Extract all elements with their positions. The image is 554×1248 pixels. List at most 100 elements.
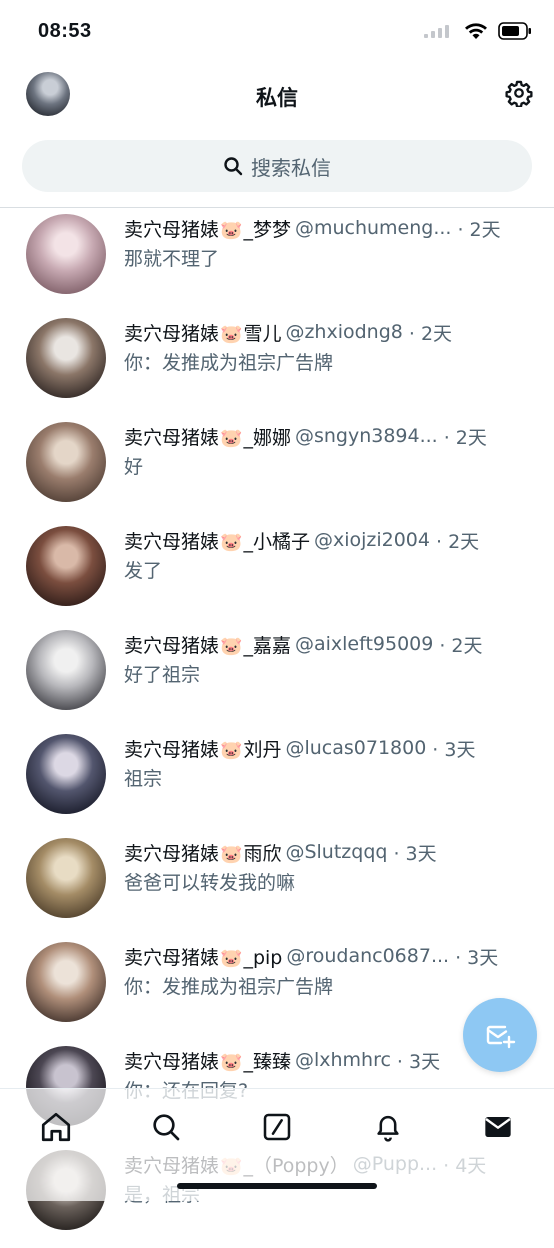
conversation-text: 卖穴母猪婊🐷_娜娜 @sngyn3894... · 2天 好 — [124, 420, 526, 479]
user-handle: @roudanc0687... — [286, 945, 450, 967]
bell-icon — [377, 1115, 399, 1142]
search-icon — [224, 157, 243, 176]
conversation-header: 卖穴母猪婊🐷_小橘子 @xiojzi2004 · 2天 — [124, 524, 526, 556]
conversation-header: 卖穴母猪婊🐷雨欣 @Slutzqqq · 3天 — [124, 836, 526, 868]
message-preview: 发了 — [124, 560, 163, 582]
page-title: 私信 — [256, 86, 298, 110]
tab-notifications[interactable] — [368, 1107, 408, 1147]
pig-icon: 🐷 — [220, 427, 243, 449]
tab-home[interactable] — [36, 1107, 76, 1147]
settings-button[interactable] — [502, 76, 536, 110]
user-handle: @muchumeng... — [294, 217, 452, 239]
conversation-header: 卖穴母猪婊🐷_梦梦 @muchumeng... · 2天 — [124, 212, 526, 244]
display-name: 卖穴母猪婊🐷_娜娜 — [124, 426, 291, 449]
conversation-text: 卖穴母猪婊🐷雨欣 @Slutzqqq · 3天 爸爸可以转发我的嘛 — [124, 836, 526, 895]
conversation-header: 卖穴母猪婊🐷刘丹 @lucas071800 · 3天 — [124, 732, 526, 764]
avatar[interactable] — [26, 526, 106, 606]
message-preview: 你：发推成为祖宗广告牌 — [124, 976, 334, 998]
display-name: 卖穴母猪婊🐷_臻臻 — [124, 1050, 291, 1073]
message-preview: 那就不理了 — [124, 248, 220, 270]
status-time: 08:53 — [38, 20, 92, 42]
timestamp: · 3天 — [432, 738, 476, 761]
search-placeholder: 搜索私信 — [251, 155, 331, 180]
display-name: 卖穴母猪婊🐷_小橘子 — [124, 530, 310, 553]
conversation-text: 卖穴母猪婊🐷_嘉嘉 @aixleft95009 · 2天 好了祖宗 — [124, 628, 526, 687]
conversation-row[interactable]: 卖穴母猪婊🐷刘丹 @lucas071800 · 3天 祖宗 — [0, 728, 554, 832]
message-preview: 祖宗 — [124, 768, 163, 790]
tab-search[interactable] — [146, 1107, 186, 1147]
conversation-header: 卖穴母猪婊🐷_pip @roudanc0687... · 3天 — [124, 940, 526, 972]
display-name: 卖穴母猪婊🐷_嘉嘉 — [124, 634, 291, 657]
avatar[interactable] — [26, 838, 106, 918]
conversation-header: 卖穴母猪婊🐷雪儿 @zhxiodng8 · 2天 — [124, 316, 526, 348]
conversation-text: 卖穴母猪婊🐷_pip @roudanc0687... · 3天 你：发推成为祖宗… — [124, 940, 526, 999]
conversation-row[interactable]: 卖穴母猪婊🐷_梦梦 @muchumeng... · 2天 那就不理了 — [0, 208, 554, 312]
pig-icon: 🐷 — [220, 1051, 243, 1073]
conversation-text: 卖穴母猪婊🐷刘丹 @lucas071800 · 3天 祖宗 — [124, 732, 526, 791]
conversation-row[interactable]: 卖穴母猪婊🐷_小橘子 @xiojzi2004 · 2天 发了 — [0, 520, 554, 624]
display-name: 卖穴母猪婊🐷刘丹 — [124, 738, 282, 761]
timestamp: · 3天 — [396, 1050, 441, 1073]
user-handle: @lxhmhrc — [294, 1049, 391, 1071]
avatar[interactable] — [26, 630, 106, 710]
timestamp: · 2天 — [439, 634, 483, 657]
timestamp: · 2天 — [443, 426, 487, 449]
user-handle: @lucas071800 — [285, 737, 427, 759]
conversation-row[interactable]: 卖穴母猪婊🐷_娜娜 @sngyn3894... · 2天 好 — [0, 416, 554, 520]
status-icons — [424, 22, 532, 40]
conversation-text: 卖穴母猪婊🐷_梦梦 @muchumeng... · 2天 那就不理了 — [124, 212, 526, 271]
conversation-row[interactable]: 卖穴母猪婊🐷雨欣 @Slutzqqq · 3天 爸爸可以转发我的嘛 — [0, 832, 554, 936]
header: 私信 — [0, 62, 554, 128]
message-preview: 好了祖宗 — [124, 664, 201, 686]
avatar[interactable] — [26, 422, 106, 502]
display-name: 卖穴母猪婊🐷雨欣 — [124, 842, 282, 865]
user-handle: @xiojzi2004 — [313, 529, 430, 551]
conversation-row[interactable]: 卖穴母猪婊🐷_嘉嘉 @aixleft95009 · 2天 好了祖宗 — [0, 624, 554, 728]
tab-compose[interactable] — [257, 1107, 297, 1147]
display-name: 卖穴母猪婊🐷雪儿 — [124, 322, 282, 345]
message-preview: 爸爸可以转发我的嘛 — [124, 872, 296, 894]
timestamp: · 3天 — [393, 842, 437, 865]
timestamp: · 2天 — [457, 218, 501, 241]
user-handle: @zhxiodng8 — [285, 321, 403, 343]
pig-icon: 🐷 — [220, 843, 243, 865]
new-message-icon — [486, 1025, 516, 1049]
avatar[interactable] — [26, 734, 106, 814]
search-icon — [153, 1114, 180, 1141]
avatar[interactable] — [26, 318, 106, 398]
conversation-header: 卖穴母猪婊🐷_娜娜 @sngyn3894... · 2天 — [124, 420, 526, 452]
pig-icon: 🐷 — [220, 323, 243, 345]
display-name: 卖穴母猪婊🐷_pip — [124, 946, 283, 969]
message-preview: 好 — [124, 456, 144, 478]
new-message-button[interactable] — [463, 998, 537, 1072]
pig-icon: 🐷 — [220, 219, 243, 241]
wifi-icon — [465, 23, 487, 39]
user-handle: @Slutzqqq — [285, 841, 388, 863]
tab-messages[interactable] — [478, 1107, 518, 1147]
timestamp: · 3天 — [455, 946, 499, 969]
pig-icon: 🐷 — [220, 531, 243, 553]
home-indicator — [177, 1183, 377, 1189]
user-handle: @aixleft95009 — [294, 633, 434, 655]
timestamp: · 2天 — [436, 530, 480, 553]
signal-icon — [424, 25, 449, 38]
timestamp: · 2天 — [408, 322, 453, 345]
avatar[interactable] — [26, 942, 106, 1022]
compose-icon — [263, 1113, 291, 1141]
pig-icon: 🐷 — [220, 635, 243, 657]
battery-icon — [498, 22, 531, 40]
search-input[interactable]: 搜索私信 — [22, 140, 532, 192]
conversation-text: 卖穴母猪婊🐷雪儿 @zhxiodng8 · 2天 你：发推成为祖宗广告牌 — [124, 316, 526, 375]
display-name: 卖穴母猪婊🐷_梦梦 — [124, 218, 291, 241]
conversation-text: 卖穴母猪婊🐷_小橘子 @xiojzi2004 · 2天 发了 — [124, 524, 526, 583]
status-bar: 08:53 — [0, 0, 554, 62]
mail-icon — [485, 1117, 511, 1137]
gear-icon — [505, 80, 533, 107]
pig-icon: 🐷 — [220, 739, 243, 761]
conversation-row[interactable]: 卖穴母猪婊🐷雪儿 @zhxiodng8 · 2天 你：发推成为祖宗广告牌 — [0, 312, 554, 416]
message-preview: 你：发推成为祖宗广告牌 — [124, 352, 334, 374]
user-handle: @sngyn3894... — [294, 425, 438, 447]
avatar[interactable] — [26, 214, 106, 294]
home-icon — [41, 1112, 71, 1142]
pig-icon: 🐷 — [220, 947, 243, 969]
